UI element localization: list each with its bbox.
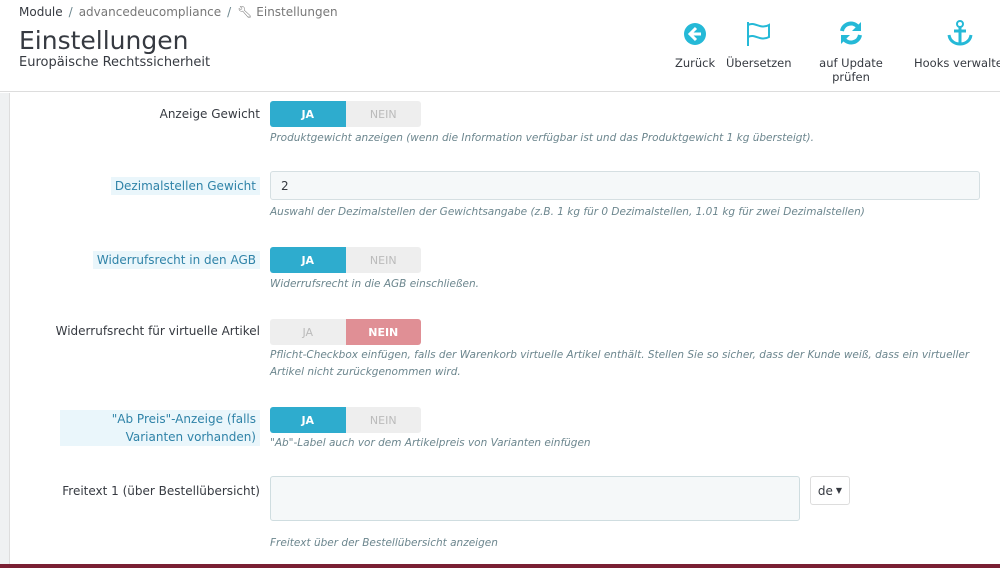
back-label: Zurück — [675, 56, 716, 70]
page-title: Einstellungen — [19, 26, 189, 55]
virtual-help: Pflicht-Checkbox einfügen, falls der War… — [270, 349, 970, 378]
decimals-help: Auswahl der Dezimalstellen der Gewichtsa… — [270, 206, 865, 218]
agb-switch[interactable]: JA NEIN — [270, 247, 421, 273]
bottom-bar — [0, 564, 1000, 568]
breadcrumb-separator: / — [68, 5, 73, 19]
breadcrumb-separator: / — [227, 5, 232, 19]
weight-help: Produktgewicht anzeigen (wenn die Inform… — [270, 132, 814, 144]
language-value: de — [817, 483, 833, 498]
arrow-circle-left-icon — [684, 23, 706, 45]
abpreis-help: "Ab"-Label auch vor dem Artikelpreis von… — [270, 437, 591, 449]
weight-label: Anzeige Gewicht — [159, 107, 260, 121]
weight-no[interactable]: NEIN — [345, 101, 421, 127]
agb-label: Widerrufsrecht in den AGB — [92, 251, 260, 269]
flag-icon — [747, 22, 770, 46]
manage-hooks-label: Hooks verwalten — [914, 56, 1000, 70]
agb-help: Widerrufsrecht in die AGB einschließen. — [270, 278, 479, 290]
virtual-no[interactable]: NEIN — [345, 319, 421, 345]
check-update-button[interactable]: auf Update prüfen — [801, 18, 901, 84]
breadcrumb-module[interactable]: Module — [19, 5, 63, 19]
decimals-input[interactable]: 2 — [270, 171, 980, 200]
abpreis-switch[interactable]: JA NEIN — [270, 407, 421, 433]
weight-yes[interactable]: JA — [270, 101, 346, 127]
abpreis-yes[interactable]: JA — [270, 407, 346, 433]
page-subtitle: Europäische Rechtssicherheit — [19, 55, 211, 70]
back-button[interactable]: Zurück — [675, 18, 715, 70]
abpreis-no[interactable]: NEIN — [345, 407, 421, 433]
left-gutter — [0, 93, 10, 565]
freitext-textarea[interactable] — [270, 476, 800, 521]
virtual-label: Widerrufsrecht für virtuelle Artikel — [55, 324, 260, 338]
breadcrumb-module-name[interactable]: advancedeucompliance — [79, 5, 221, 19]
freitext-label: Freitext 1 (über Bestellübersicht) — [62, 484, 260, 498]
agb-yes[interactable]: JA — [270, 247, 346, 273]
agb-no[interactable]: NEIN — [345, 247, 421, 273]
translate-label: Übersetzen — [726, 56, 792, 70]
wrench-icon: 🔧︎ — [237, 5, 253, 19]
freitext-help: Freitext über der Bestellübersicht anzei… — [270, 537, 498, 549]
translate-button[interactable]: Übersetzen — [726, 18, 792, 70]
language-dropdown[interactable]: de ▼ — [810, 476, 850, 505]
caret-down-icon: ▼ — [835, 486, 843, 495]
weight-switch[interactable]: JA NEIN — [270, 101, 421, 127]
virtual-switch[interactable]: JA NEIN — [270, 319, 421, 345]
page-header: Module / advancedeucompliance / 🔧︎ Einstellu… — [0, 0, 1000, 92]
check-update-label: auf Update prüfen — [819, 56, 883, 84]
virtual-yes[interactable]: JA — [270, 319, 346, 345]
breadcrumb: Module / advancedeucompliance / 🔧︎ Einstellu… — [19, 5, 338, 19]
breadcrumb-current: Einstellungen — [256, 5, 338, 19]
decimals-label: Dezimalstellen Gewicht — [110, 177, 260, 195]
abpreis-label: "Ab Preis"-Anzeige (falls Varianten vorh… — [60, 410, 260, 446]
anchor-icon — [947, 20, 973, 46]
refresh-icon — [840, 21, 862, 45]
manage-hooks-button[interactable]: Hooks verwalten — [912, 18, 1000, 70]
